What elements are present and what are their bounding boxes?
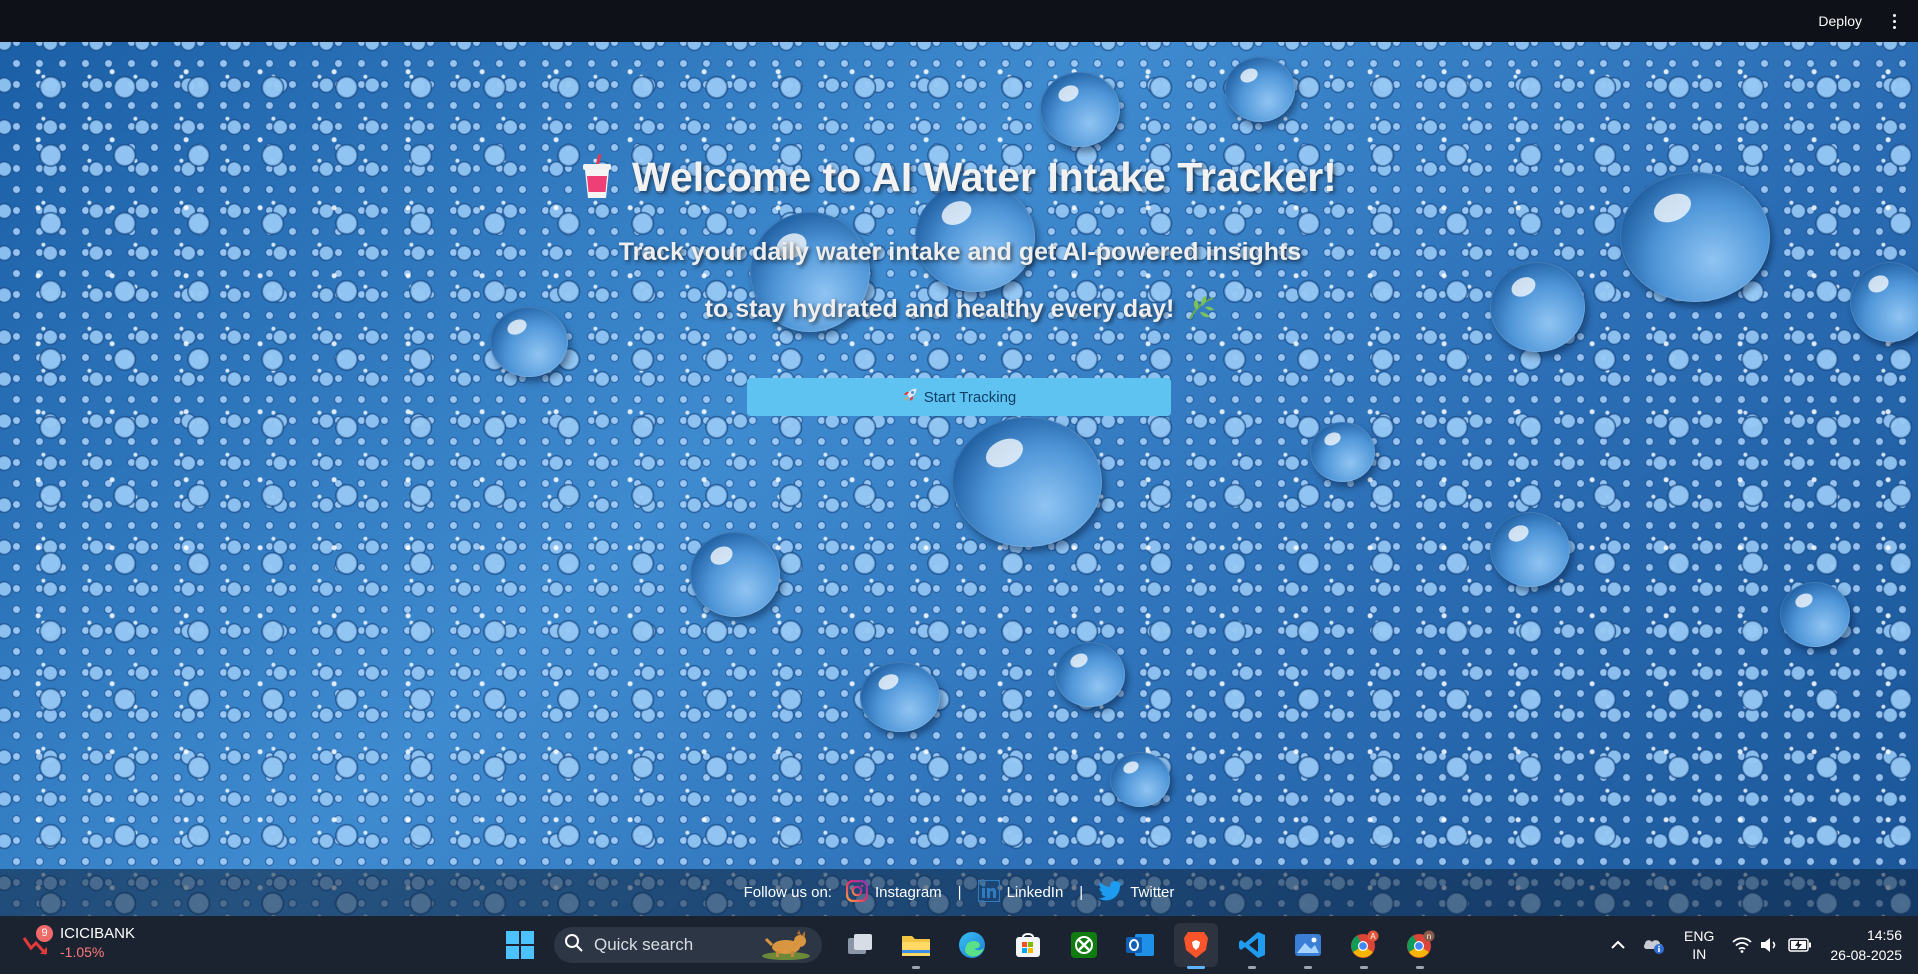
leaf-icon bbox=[1187, 295, 1215, 328]
battery-charging-icon[interactable] bbox=[1788, 938, 1812, 952]
system-clock[interactable]: 14:56 26-08-2025 bbox=[1830, 925, 1902, 965]
stock-change: -1.05% bbox=[60, 944, 105, 960]
linkedin-link[interactable]: LinkedIn bbox=[976, 878, 1064, 906]
instagram-link[interactable]: Instagram bbox=[845, 879, 942, 906]
stock-name: ICICIBANK bbox=[60, 925, 136, 942]
stock-trend-icon: 9 bbox=[22, 925, 53, 958]
wifi-icon[interactable] bbox=[1732, 937, 1753, 953]
main-content: Welcome to AI Water Intake Tracker! Trac… bbox=[0, 42, 1918, 916]
water-drop-decoration bbox=[1110, 752, 1170, 807]
chrome-profile-badge: A bbox=[1370, 932, 1376, 941]
edge-browser-icon[interactable] bbox=[950, 923, 994, 967]
kebab-menu-icon[interactable] bbox=[1884, 11, 1904, 31]
quick-search-box[interactable]: Quick search bbox=[554, 927, 822, 963]
chrome-profile-badge: n bbox=[1427, 932, 1431, 941]
language-code: ENG bbox=[1684, 928, 1715, 944]
outlook-icon[interactable] bbox=[1118, 923, 1162, 967]
windows-start-icon[interactable] bbox=[498, 923, 542, 967]
footer-separator: | bbox=[1079, 884, 1084, 901]
brave-browser-icon[interactable] bbox=[1174, 923, 1218, 969]
twitter-label: Twitter bbox=[1130, 884, 1175, 901]
linkedin-label: LinkedIn bbox=[1006, 884, 1064, 901]
language-region: IN bbox=[1692, 946, 1707, 962]
page-title: Welcome to AI Water Intake Tracker! bbox=[580, 142, 1340, 212]
deploy-button[interactable]: Deploy bbox=[1812, 10, 1868, 32]
page-title-text: Welcome to AI Water Intake Tracker! bbox=[632, 153, 1337, 200]
stock-widget[interactable]: 9 ICICIBANK -1.05% bbox=[22, 925, 135, 961]
start-tracking-label: Start Tracking bbox=[923, 388, 1017, 406]
water-drop-decoration bbox=[1620, 172, 1770, 302]
windows-taskbar: 9 ICICIBANK -1.05% Quick search A n ENG … bbox=[0, 916, 1918, 974]
system-tray: ENG IN 14:56 26-08-2025 bbox=[1602, 916, 1918, 974]
taskbar-apps: Quick search A n bbox=[498, 923, 1442, 969]
footer-separator: | bbox=[957, 884, 962, 901]
follow-label: Follow us on: bbox=[743, 884, 832, 901]
subtitle-line-1: Track your daily water intake and get AI… bbox=[618, 238, 1302, 266]
instagram-label: Instagram bbox=[874, 884, 942, 901]
water-drop-decoration bbox=[690, 532, 780, 617]
notification-badge: 9 bbox=[36, 925, 53, 942]
clock-time: 14:56 bbox=[1866, 927, 1902, 943]
water-drop-decoration bbox=[1055, 642, 1125, 707]
vscode-icon[interactable] bbox=[1230, 923, 1274, 969]
chrome-profile-n-icon[interactable]: n bbox=[1398, 923, 1442, 969]
water-drop-decoration bbox=[1490, 262, 1585, 352]
chevron-up-icon[interactable] bbox=[1610, 937, 1626, 953]
water-drop-decoration bbox=[952, 417, 1102, 547]
search-placeholder: Quick search bbox=[594, 935, 694, 954]
photos-icon[interactable] bbox=[1286, 923, 1330, 969]
linkedin-icon bbox=[976, 878, 1001, 906]
social-footer: Follow us on: Instagram | LinkedIn | Twi… bbox=[0, 869, 1918, 916]
file-explorer-icon[interactable] bbox=[894, 923, 938, 969]
app-header: Deploy bbox=[0, 0, 1918, 42]
instagram-icon bbox=[845, 879, 869, 906]
clock-date: 26-08-2025 bbox=[1830, 947, 1902, 963]
subtitle-line-2: to stay hydrated and healthy every day! bbox=[500, 295, 1420, 328]
dog-illustration-icon bbox=[758, 929, 816, 966]
water-drop-decoration bbox=[1225, 57, 1295, 122]
volume-icon[interactable] bbox=[1760, 937, 1780, 953]
search-icon bbox=[564, 933, 584, 958]
start-tracking-button[interactable]: Start Tracking bbox=[747, 378, 1171, 416]
xbox-icon[interactable] bbox=[1062, 923, 1106, 967]
water-drop-decoration bbox=[1310, 422, 1375, 482]
twitter-link[interactable]: Twitter bbox=[1098, 880, 1175, 905]
water-drop-decoration bbox=[1040, 72, 1120, 147]
twitter-icon bbox=[1098, 880, 1123, 905]
subtitle-line-2-text: to stay hydrated and healthy every day! bbox=[704, 295, 1175, 323]
water-drop-decoration bbox=[860, 662, 940, 732]
chrome-profile-a-icon[interactable]: A bbox=[1342, 923, 1386, 969]
microsoft-store-icon[interactable] bbox=[1006, 923, 1050, 967]
water-drop-decoration bbox=[1780, 582, 1850, 647]
language-indicator[interactable]: ENG IN bbox=[1684, 927, 1714, 963]
rocket-icon bbox=[902, 387, 918, 407]
task-view-icon[interactable] bbox=[838, 923, 882, 967]
water-drop-decoration bbox=[1490, 512, 1570, 587]
water-drop-decoration bbox=[1850, 262, 1918, 342]
cup-with-straw-icon bbox=[580, 153, 614, 200]
cloud-info-icon[interactable] bbox=[1642, 935, 1666, 955]
